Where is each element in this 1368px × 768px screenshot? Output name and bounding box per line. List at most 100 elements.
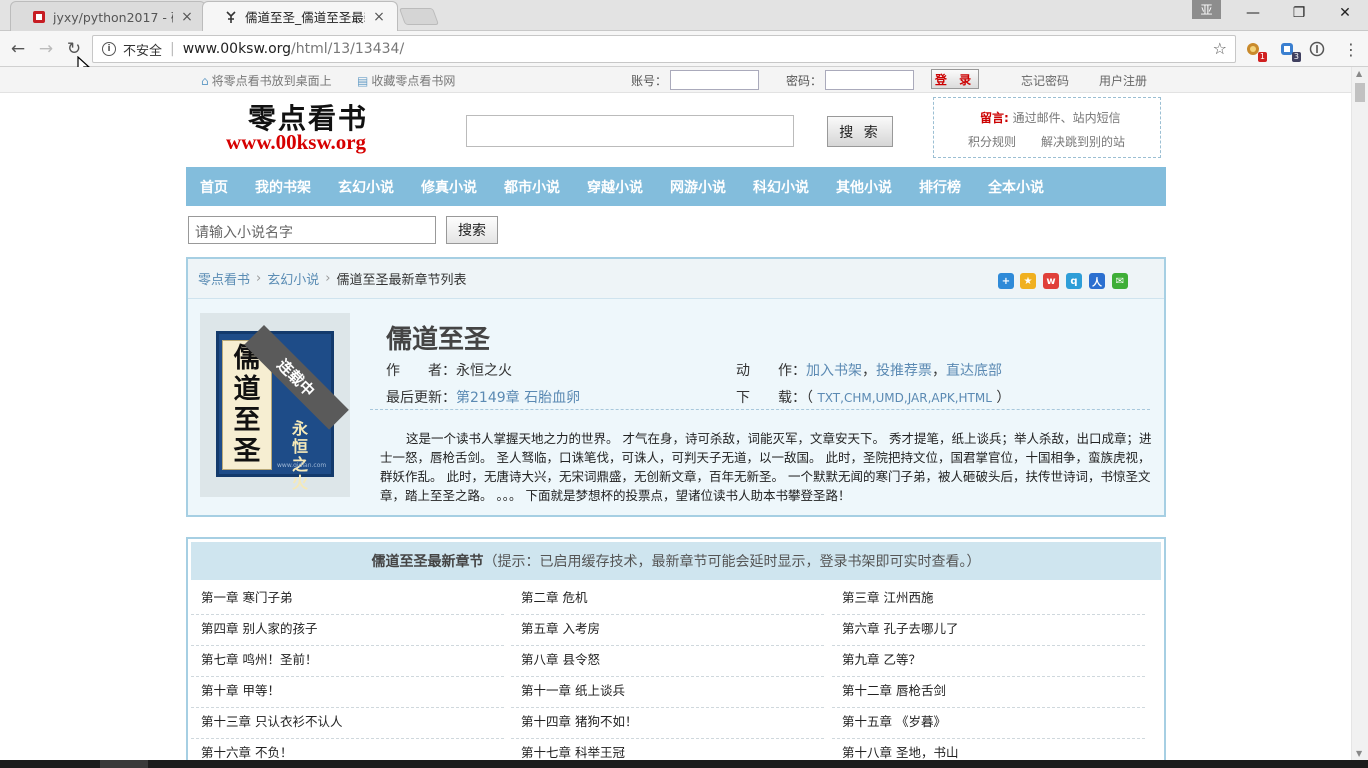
share-weibo-icon[interactable]: w <box>1043 273 1059 289</box>
nav-item-chuanyue[interactable]: 穿越小说 <box>587 177 643 197</box>
download-close: ） <box>991 390 1011 406</box>
latest-row: 最后更新：第2149章 石胎血卵 <box>386 387 580 407</box>
add-desktop-link[interactable]: ⌂ 将零点看书放到桌面上 <box>201 72 332 89</box>
bookmark-star-icon[interactable]: ☆ <box>1213 39 1227 58</box>
browser-toolbar: ← → ↻ i 不安全 | www.00ksw.org /html/13/134… <box>0 31 1368 67</box>
nav-item-kehuan[interactable]: 科幻小说 <box>753 177 809 197</box>
close-window-button[interactable]: ✕ <box>1322 0 1368 26</box>
author-label: 作 者： <box>386 363 456 379</box>
restore-button[interactable]: ❐ <box>1276 0 1322 26</box>
bookmark-site-link[interactable]: ▤ 收藏零点看书网 <box>357 72 455 89</box>
breadcrumb-category[interactable]: 玄幻小说 <box>267 269 319 288</box>
nav-item-dushi[interactable]: 都市小说 <box>504 177 560 197</box>
share-qzone-icon[interactable]: ★ <box>1020 273 1036 289</box>
book-icon <box>223 9 239 25</box>
chapter-link[interactable]: 第四章 别人家的孩子 <box>191 615 504 646</box>
notice-text[interactable]: 通过邮件、站内短信 <box>1013 111 1121 125</box>
novel-search-button[interactable]: 搜索 <box>446 216 498 244</box>
chapter-link[interactable]: 第十五章 《岁暮》 <box>832 708 1145 739</box>
breadcrumb-current: 儒道至圣最新章节列表 <box>336 273 467 288</box>
register-link[interactable]: 用户注册 <box>1099 72 1147 89</box>
nav-item-ranking[interactable]: 排行榜 <box>919 177 961 197</box>
points-rules-link[interactable]: 积分规则 <box>968 133 1016 150</box>
divider <box>370 409 1150 410</box>
share-wechat-icon[interactable]: ✉ <box>1112 273 1128 289</box>
nav-item-other[interactable]: 其他小说 <box>836 177 892 197</box>
chapter-list-title: 儒道至圣最新章节 <box>371 554 484 570</box>
chapter-link[interactable]: 第十二章 唇枪舌剑 <box>832 677 1145 708</box>
taskbar-item[interactable] <box>100 760 148 768</box>
logo-url: www.00ksw.org <box>226 130 367 154</box>
password-label: 密码： <box>786 74 823 88</box>
login-button[interactable]: 登 录 <box>931 69 979 89</box>
chapter-link[interactable]: 第九章 乙等？ <box>832 646 1145 677</box>
password-input[interactable] <box>825 70 914 90</box>
tab-gitee[interactable]: jyxy/python2017 - 码云 × <box>10 1 206 31</box>
extension-icon-3[interactable] <box>1308 40 1326 58</box>
chapter-link[interactable]: 第十章 甲等！ <box>191 677 504 708</box>
menu-kebab-icon[interactable]: ⋮ <box>1342 40 1360 59</box>
minimize-button[interactable]: — <box>1230 0 1276 26</box>
site-search-button[interactable]: 搜 索 <box>827 116 893 147</box>
vertical-scrollbar[interactable]: ▲ ▼ <box>1351 67 1368 760</box>
breadcrumb-home[interactable]: 零点看书 <box>198 269 250 288</box>
chapter-link[interactable]: 第十一章 纸上谈兵 <box>511 677 824 708</box>
scroll-thumb[interactable] <box>1355 83 1365 102</box>
chapter-link[interactable]: 第十七章 科举王冠 <box>511 739 824 760</box>
novel-search-input[interactable]: 请输入小说名字 <box>188 216 436 244</box>
notice-box: 留言: 通过邮件、站内短信 积分规则 解决跳到别的站 <box>933 97 1161 158</box>
chapter-link[interactable]: 第十三章 只认衣衫不认人 <box>191 708 504 739</box>
chapter-list-header: 儒道至圣最新章节 （提示：已启用缓存技术，最新章节可能会延时显示，登录书架即可实… <box>191 542 1161 580</box>
book-cover[interactable]: 儒 道 至 圣 永 恒 之 火 www.qidian.com 连载中 <box>200 313 350 497</box>
ime-indicator[interactable]: 亚 <box>1192 0 1221 19</box>
nav-item-home[interactable]: 首页 <box>200 177 228 197</box>
redirect-fix-link[interactable]: 解决跳到别的站 <box>1041 133 1125 150</box>
nav-item-xiuzhen[interactable]: 修真小说 <box>421 177 477 197</box>
chapter-link[interactable]: 第七章 鸣州！圣前！ <box>191 646 504 677</box>
account-input[interactable] <box>670 70 759 90</box>
account-label: 账号： <box>631 74 668 88</box>
nav-item-xuanhuan[interactable]: 玄幻小说 <box>338 177 394 197</box>
url-host: www.00ksw.org <box>182 41 292 57</box>
extension-icon-1[interactable]: 1 <box>1244 40 1267 62</box>
scroll-up-icon[interactable]: ▲ <box>1356 69 1362 78</box>
chapter-link[interactable]: 第十八章 圣地，书山 <box>832 739 1145 760</box>
download-formats-link[interactable]: TXT,CHM,UMD,JAR,APK,HTML <box>817 391 991 405</box>
chapter-link[interactable]: 第五章 入考房 <box>511 615 824 646</box>
back-arrow-icon[interactable]: ← <box>6 37 30 61</box>
chapter-link[interactable]: 第十四章 猪狗不如！ <box>511 708 824 739</box>
scroll-down-icon[interactable]: ▼ <box>1356 749 1362 758</box>
info-icon[interactable]: i <box>102 42 116 56</box>
actions-label: 动 作： <box>736 363 806 379</box>
nav-item-bookshelf[interactable]: 我的书架 <box>255 177 311 197</box>
chapter-link[interactable]: 第六章 孔子去哪儿了 <box>832 615 1145 646</box>
chapter-link[interactable]: 第一章 寒门子弟 <box>191 584 504 615</box>
chapter-link[interactable]: 第三章 江州西施 <box>832 584 1145 615</box>
jump-bottom-link[interactable]: 直达底部 <box>946 363 1002 379</box>
book-title: 儒道至圣 <box>386 325 491 355</box>
site-search-input[interactable] <box>466 115 794 147</box>
chapter-link[interactable]: 第十六章 不负！ <box>191 739 504 760</box>
notice-label: 留言: <box>980 111 1009 125</box>
latest-chapter-link[interactable]: 第2149章 石胎血卵 <box>456 390 580 406</box>
add-to-shelf-link[interactable]: 加入书架 <box>806 363 862 379</box>
new-tab-button[interactable] <box>398 8 440 25</box>
site-logo[interactable]: 零点看书 www.00ksw.org <box>226 97 402 154</box>
nav-item-wangyou[interactable]: 网游小说 <box>670 177 726 197</box>
code-icon <box>31 9 47 25</box>
extension-icon-2[interactable]: 3 <box>1278 40 1301 62</box>
nav-item-completed[interactable]: 全本小说 <box>988 177 1044 197</box>
chapter-link[interactable]: 第二章 危机 <box>511 584 824 615</box>
close-icon[interactable]: × <box>371 9 387 25</box>
address-bar[interactable]: i 不安全 | www.00ksw.org /html/13/13434/ ☆ <box>92 35 1236 63</box>
chapter-link[interactable]: 第八章 县令怒 <box>511 646 824 677</box>
share-more-icon[interactable]: + <box>998 273 1014 289</box>
tab-current[interactable]: 儒道至圣_儒道至圣最新章 × <box>202 1 398 31</box>
forgot-password-link[interactable]: 忘记密码 <box>1021 72 1069 89</box>
share-renren-icon[interactable]: 人 <box>1089 273 1105 289</box>
forward-arrow-icon[interactable]: → <box>34 37 58 61</box>
home-icon: ⌂ <box>201 73 209 88</box>
share-tencent-icon[interactable]: q <box>1066 273 1082 289</box>
recommend-link[interactable]: 投推荐票 <box>876 363 932 379</box>
close-icon[interactable]: × <box>179 9 195 25</box>
